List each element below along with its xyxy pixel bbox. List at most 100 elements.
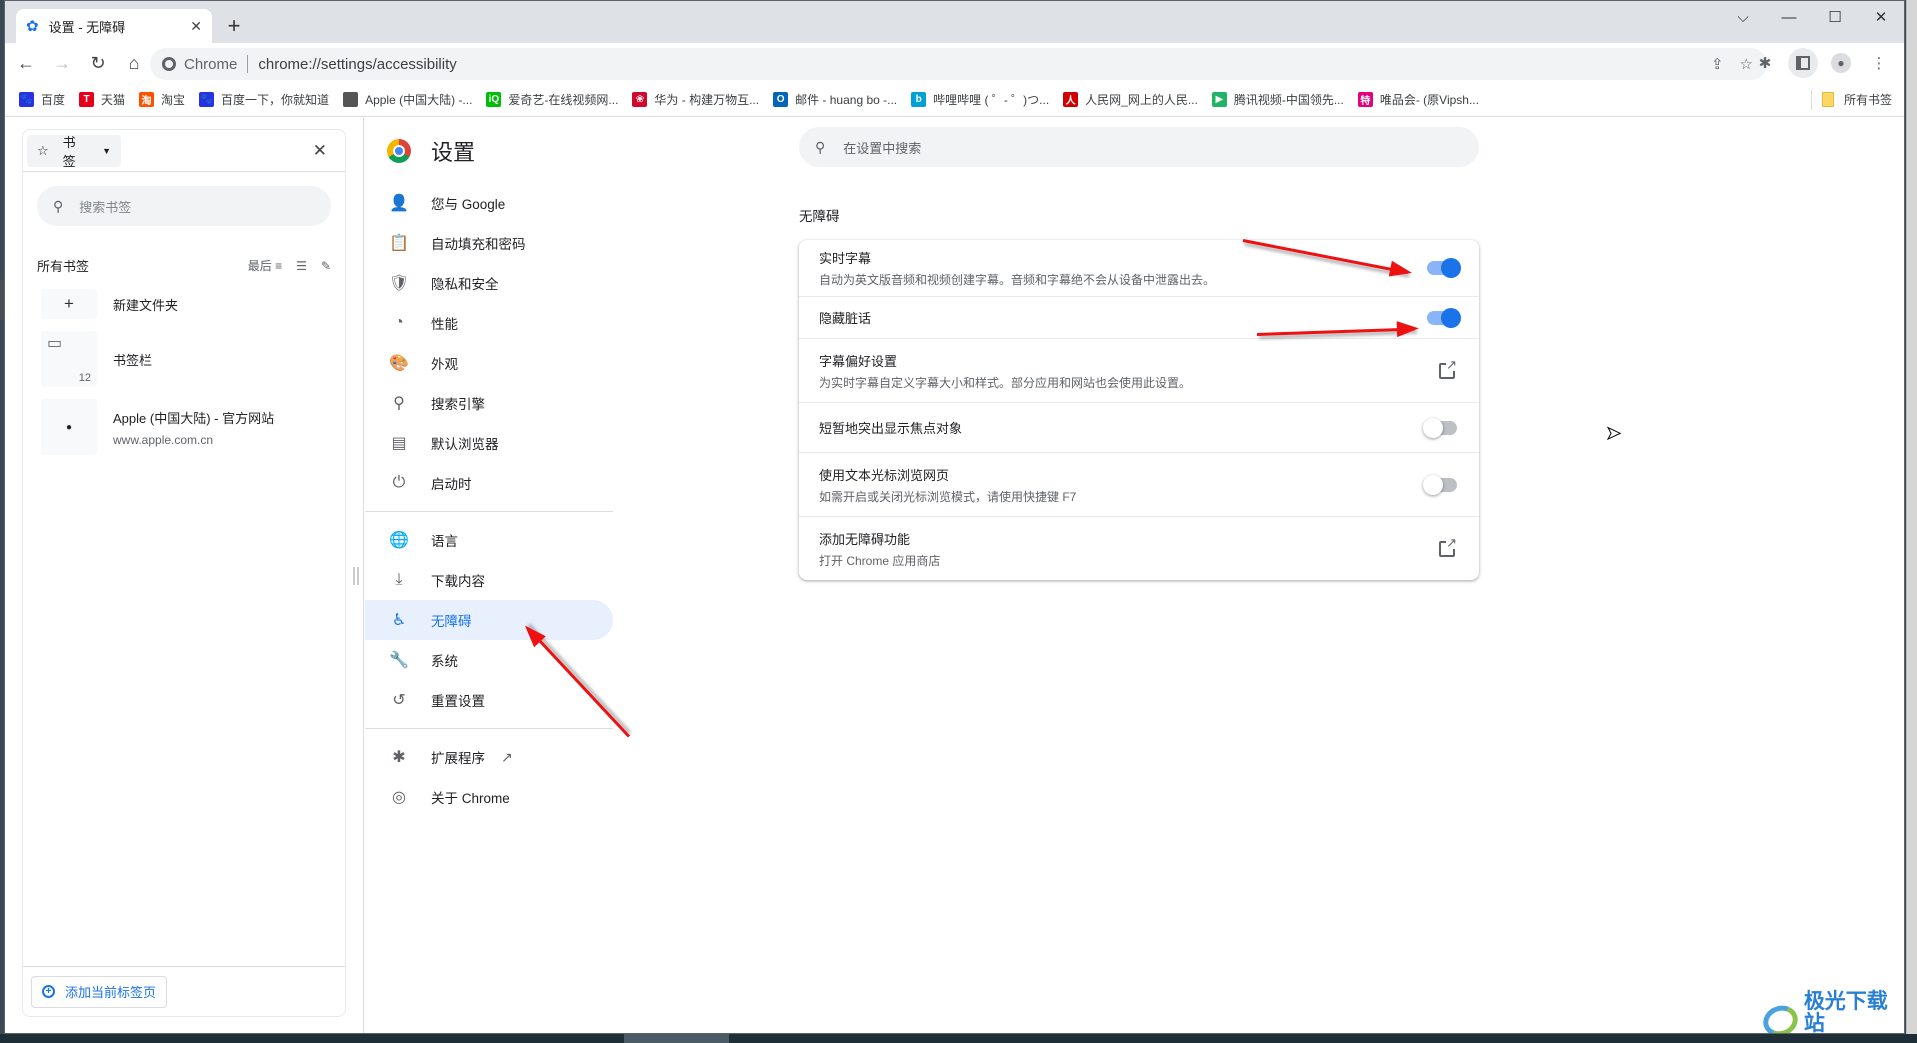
- bookmark-bar-item[interactable]: T 天猫: [79, 91, 125, 108]
- nav-item-download[interactable]: ⤓ 下载内容: [365, 560, 613, 600]
- external-link-icon[interactable]: [1439, 535, 1457, 557]
- forward-button[interactable]: →: [47, 48, 77, 78]
- bookmark-bar-item[interactable]: 特唯品会- (原Vipsh...: [1357, 91, 1479, 108]
- new-tab-button[interactable]: +: [220, 13, 248, 41]
- favicon-icon: ❀: [632, 92, 648, 107]
- maximize-button[interactable]: ☐: [1812, 1, 1858, 33]
- globe-icon: 🌐: [389, 532, 409, 549]
- tab-close-icon[interactable]: ✕: [190, 18, 202, 35]
- nav-item-globe[interactable]: 🌐 语言: [365, 520, 613, 560]
- bookmark-item-new-folder[interactable]: + 新建文件夹: [41, 289, 345, 319]
- profile-button[interactable]: ●: [1826, 48, 1856, 78]
- nav-label: 关于 Chrome: [431, 791, 510, 806]
- bookmark-bar-item[interactable]: 🐾 百度: [19, 91, 65, 108]
- setting-toggle[interactable]: [1423, 474, 1457, 495]
- watermark-logo-icon: [1758, 1000, 1802, 1033]
- bookmark-item-apple[interactable]: ● Apple (中国大陆) - 官方网站 www.apple.com.cn: [41, 399, 345, 455]
- bookmark-bar-item[interactable]: 🐾 百度一下，你就知道: [199, 91, 329, 108]
- shield-icon: 🛡: [388, 275, 410, 292]
- nav-item-wrench[interactable]: 🔧 系统: [365, 640, 613, 680]
- close-window-button[interactable]: ✕: [1858, 1, 1904, 33]
- favicon-icon: 🐾: [199, 92, 215, 107]
- nav-item-clipboard[interactable]: 📋 自动填充和密码: [365, 223, 613, 263]
- title-bar: ✿ 设置 - 无障碍 ✕ + ⌵ — ☐ ✕: [5, 1, 1904, 43]
- setting-row[interactable]: 使用文本光标浏览网页 如需开启或关闭光标浏览模式，请使用快捷键 F7: [799, 452, 1479, 516]
- share-icon[interactable]: ⇪: [1711, 55, 1724, 73]
- palette-icon: 🎨: [389, 355, 409, 372]
- side-panel-close-icon[interactable]: ✕: [313, 141, 327, 161]
- bookmark-bar-item[interactable]: ▶ 腾讯视频-中国领先...: [1211, 91, 1344, 108]
- bookmark-title: 新建文件夹: [113, 297, 179, 313]
- back-button[interactable]: ←: [11, 48, 41, 78]
- extensions-puzzle-icon[interactable]: ✱: [1750, 48, 1780, 78]
- avatar: ●: [1831, 53, 1851, 73]
- nav-item-accessibility[interactable]: ♿ 无障碍: [365, 600, 613, 640]
- bookmark-bar-item[interactable]: Apple (中国大陆) -...: [343, 91, 472, 108]
- plus-circle-icon: +: [42, 985, 55, 998]
- setting-row[interactable]: 短暂地突出显示焦点对象: [799, 402, 1479, 452]
- watermark: 极光下载站 www.xz7.com: [1758, 991, 1904, 1033]
- nav-item-browser[interactable]: ▤ 默认浏览器: [365, 423, 613, 463]
- nav-item-chrome[interactable]: ◎ 关于 Chrome: [365, 777, 613, 817]
- address-bar[interactable]: Chrome chrome://settings/accessibility ⇪…: [150, 48, 1767, 80]
- bookmark-label: 天猫: [101, 93, 126, 107]
- bookmark-bar-item[interactable]: 淘淘宝: [139, 91, 185, 108]
- toolbar: ← → ↻ ⌂ Chrome chrome://settings/accessi…: [5, 43, 1904, 83]
- nav-item-history[interactable]: ↺ 重置设置: [365, 680, 613, 720]
- bookmark-item-folder[interactable]: ▭ 12 书签栏: [41, 331, 345, 387]
- nav-item-shield[interactable]: 🛡 隐私和安全: [365, 263, 613, 303]
- menu-kebab-icon[interactable]: ⋮: [1864, 48, 1894, 78]
- omnibox-chip: Chrome: [184, 55, 238, 73]
- setting-toggle[interactable]: [1423, 417, 1457, 438]
- minimize-button[interactable]: —: [1766, 1, 1812, 33]
- chrome-site-icon: [162, 57, 176, 71]
- sort-filter-icon: ≡: [275, 259, 283, 273]
- bookmark-bar-item[interactable]: ❀ 华为 - 构建万物互...: [632, 91, 759, 108]
- side-panel-toggle[interactable]: [1788, 48, 1818, 78]
- background-window-scrollbar[interactable]: [1906, 0, 1917, 1034]
- download-icon: ⤓: [395, 571, 403, 588]
- nav-item-search[interactable]: ⚲ 搜索引擎: [365, 383, 613, 423]
- side-panel-selector[interactable]: ☆ 书签 ▼: [27, 134, 121, 169]
- puzzle-icon: ✱: [392, 749, 406, 766]
- search-placeholder: 在设置中搜索: [843, 140, 922, 156]
- bookmark-bar-item[interactable]: iQ 爱奇艺-在线视频网...: [486, 91, 618, 108]
- side-panel-resize-handle[interactable]: [353, 567, 359, 585]
- nav-label: 搜索引擎: [431, 397, 485, 412]
- setting-toggle[interactable]: [1427, 258, 1461, 278]
- nav-item-speedometer[interactable]: ◔ 性能: [365, 303, 613, 343]
- home-button[interactable]: ⌂: [119, 48, 149, 78]
- nav-item-person[interactable]: 👤 您与 Google: [365, 183, 613, 223]
- bookmark-bar-item[interactable]: O 邮件 - huang bo -...: [773, 91, 897, 108]
- side-panel-icon: [1796, 56, 1810, 70]
- nav-item-power[interactable]: ⏻ 启动时: [365, 463, 613, 503]
- bookmark-url: www.apple.com.cn: [113, 432, 214, 447]
- edit-pencil-icon[interactable]: ✎: [321, 259, 331, 273]
- sort-button[interactable]: 最后 ≡: [248, 257, 282, 274]
- bookmark-label: 唯品会- (原Vipsh...: [1379, 93, 1479, 107]
- setting-description: 为实时字幕自定义字幕大小和样式。部分应用和网站也会使用此设置。: [819, 375, 1192, 390]
- nav-item-puzzle[interactable]: ✱ 扩展程序 ↗: [365, 737, 613, 777]
- list-view-icon[interactable]: ☰: [296, 259, 307, 273]
- nav-label: 重置设置: [431, 694, 485, 709]
- chrome-icon: ◎: [392, 789, 406, 806]
- bookmark-bar-item[interactable]: 人人民网_网上的人民...: [1063, 91, 1198, 108]
- reload-button[interactable]: ↻: [83, 48, 113, 78]
- tab-search-icon[interactable]: ⌵: [1720, 1, 1766, 33]
- add-current-tab-button[interactable]: + 添加当前标签页: [31, 975, 168, 1008]
- tab-settings-accessibility[interactable]: ✿ 设置 - 无障碍 ✕: [16, 9, 212, 43]
- nav-item-palette[interactable]: 🎨 外观: [365, 343, 613, 383]
- bookmark-label: 百度一下，你就知道: [221, 93, 330, 107]
- setting-row[interactable]: 字幕偏好设置 为实时字幕自定义字幕大小和样式。部分应用和网站也会使用此设置。: [799, 338, 1479, 402]
- bookmark-search-input[interactable]: ⚲ 搜索书签: [37, 186, 331, 226]
- setting-toggle[interactable]: [1427, 307, 1461, 328]
- omnibox-url[interactable]: chrome://settings/accessibility: [258, 56, 456, 73]
- all-bookmarks-button[interactable]: 所有书签: [1810, 89, 1892, 110]
- all-bookmarks-heading: 所有书签: [37, 259, 90, 274]
- setting-label: 添加无障碍功能: [819, 531, 911, 547]
- bookmark-bar-item[interactable]: b 哔哩哔哩 ( ゜- ゜)つ...: [911, 91, 1049, 108]
- external-link-icon[interactable]: [1439, 357, 1457, 379]
- setting-row[interactable]: 添加无障碍功能 打开 Chrome 应用商店: [799, 516, 1479, 580]
- settings-search-input[interactable]: ⚲ 在设置中搜索: [799, 127, 1479, 167]
- tab-title: 设置 - 无障碍: [48, 19, 126, 35]
